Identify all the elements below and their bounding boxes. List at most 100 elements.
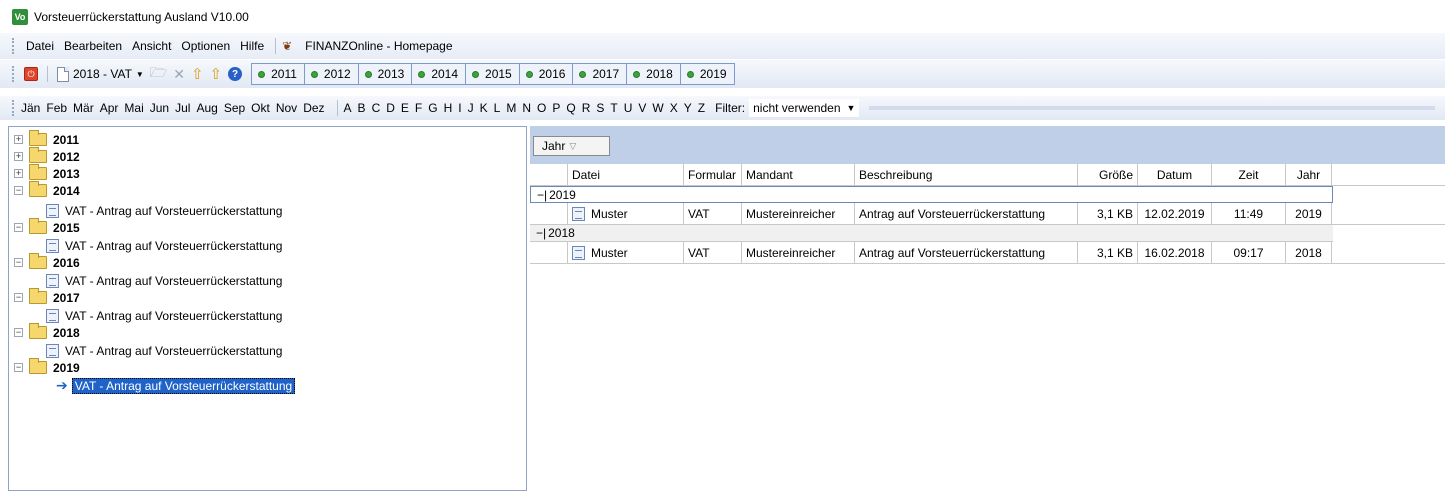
letter-filter-j[interactable]: J (468, 101, 474, 115)
letter-filter-c[interactable]: C (372, 101, 381, 115)
group-by-chip[interactable]: Jahr ▽ (533, 136, 610, 156)
tree-node-2011[interactable]: + 2011 (8, 130, 79, 148)
column-header-datei[interactable]: Datei (568, 164, 684, 186)
menu-bearbeiten[interactable]: Bearbeiten (59, 37, 127, 55)
table-row[interactable]: Muster VAT Mustereinreicher Antrag auf V… (530, 203, 1445, 225)
toolbar-grip[interactable] (12, 38, 15, 54)
collapse-icon[interactable]: − (14, 186, 23, 195)
month-filter-mai[interactable]: Mai (124, 101, 143, 115)
month-filter-apr[interactable]: Apr (100, 101, 119, 115)
month-filter-dez[interactable]: Dez (303, 101, 324, 115)
column-header-mandant[interactable]: Mandant (742, 164, 855, 186)
year-button-2016[interactable]: 2016 (520, 64, 574, 84)
help-button[interactable]: ? (225, 64, 245, 84)
tree-leaf-2018[interactable]: VAT - Antrag auf Vorsteuerrückerstattung (46, 342, 282, 359)
menu-ansicht[interactable]: Ansicht (127, 37, 176, 55)
letter-filter-y[interactable]: Y (684, 101, 692, 115)
filter-dropdown[interactable]: nicht verwenden ▼ (749, 99, 860, 117)
tree-leaf-2017[interactable]: VAT - Antrag auf Vorsteuerrückerstattung (46, 307, 282, 324)
expand-icon[interactable]: + (14, 169, 23, 178)
export-button[interactable]: ⇧ (207, 64, 226, 84)
collapse-icon[interactable]: − (14, 363, 23, 372)
letter-filter-z[interactable]: Z (698, 101, 705, 115)
tree-leaf-2015[interactable]: VAT - Antrag auf Vorsteuerrückerstattung (46, 237, 282, 254)
year-button-2011[interactable]: 2011 (252, 64, 305, 84)
column-header-jahr[interactable]: Jahr (1286, 164, 1332, 186)
tree-leaf-2014[interactable]: VAT - Antrag auf Vorsteuerrückerstattung (46, 202, 282, 219)
tree-node-2018[interactable]: − 2018 (8, 323, 80, 341)
column-header-beschreibung[interactable]: Beschreibung (855, 164, 1078, 186)
import-button[interactable]: ⇧ (188, 64, 207, 84)
tree-node-2019[interactable]: − 2019 (8, 358, 80, 376)
tree-leaf-2019-selected[interactable]: ➔ VAT - Antrag auf Vorsteuerrückerstattu… (56, 377, 296, 394)
letter-filter-v[interactable]: V (638, 101, 646, 115)
column-header-datum[interactable]: Datum (1138, 164, 1212, 186)
letter-filter-r[interactable]: R (582, 101, 591, 115)
group-row-2018[interactable]: −| 2018 (530, 225, 1333, 242)
letter-filter-w[interactable]: W (652, 101, 663, 115)
tree-node-2012[interactable]: + 2012 (8, 147, 80, 165)
letter-filter-e[interactable]: E (401, 101, 409, 115)
exit-button[interactable]: ⏻ (21, 64, 41, 84)
letter-filter-s[interactable]: S (596, 101, 604, 115)
letter-filter-m[interactable]: M (506, 101, 516, 115)
month-filter-sep[interactable]: Sep (224, 101, 245, 115)
letter-filter-x[interactable]: X (670, 101, 678, 115)
year-button-2015[interactable]: 2015 (466, 64, 520, 84)
collapse-icon[interactable]: − (14, 293, 23, 302)
tree-node-2014[interactable]: − 2014 (8, 181, 80, 199)
letter-filter-u[interactable]: U (624, 101, 633, 115)
letter-filter-g[interactable]: G (428, 101, 437, 115)
year-button-2017[interactable]: 2017 (573, 64, 628, 84)
collapse-icon[interactable]: − (14, 258, 23, 267)
toolbar-grip[interactable] (12, 100, 15, 116)
tree-node-2015[interactable]: − 2015 (8, 218, 80, 236)
letter-filter-q[interactable]: Q (566, 101, 575, 115)
collapse-icon[interactable]: −| (536, 226, 546, 240)
letter-filter-n[interactable]: N (522, 101, 531, 115)
column-header-formular[interactable]: Formular (684, 164, 742, 186)
month-filter-jun[interactable]: Jun (150, 101, 169, 115)
month-filter-okt[interactable]: Okt (251, 101, 270, 115)
letter-filter-b[interactable]: B (358, 101, 366, 115)
letter-filter-i[interactable]: I (458, 101, 461, 115)
tree-node-2013[interactable]: + 2013 (8, 164, 80, 182)
menu-hilfe[interactable]: Hilfe (235, 37, 269, 55)
month-filter-nov[interactable]: Nov (276, 101, 297, 115)
letter-filter-t[interactable]: T (610, 101, 617, 115)
month-filter-jan[interactable]: Jän (21, 101, 40, 115)
letter-filter-o[interactable]: O (537, 101, 546, 115)
tree-node-2017[interactable]: − 2017 (8, 288, 80, 306)
year-button-2019[interactable]: 2019 (681, 64, 734, 84)
tree-leaf-2016[interactable]: VAT - Antrag auf Vorsteuerrückerstattung (46, 272, 282, 289)
year-button-2013[interactable]: 2013 (359, 64, 413, 84)
collapse-icon[interactable]: −| (537, 188, 547, 202)
month-filter-feb[interactable]: Feb (46, 101, 67, 115)
letter-filter-k[interactable]: K (480, 101, 488, 115)
month-filter-mar[interactable]: Mär (73, 101, 94, 115)
month-filter-aug[interactable]: Aug (196, 101, 217, 115)
delete-button[interactable]: ✕ (170, 64, 188, 84)
year-button-2014[interactable]: 2014 (412, 64, 467, 84)
letter-filter-h[interactable]: H (444, 101, 453, 115)
letter-filter-d[interactable]: D (386, 101, 395, 115)
letter-filter-l[interactable]: L (494, 101, 501, 115)
group-row-2019[interactable]: −| 2019 (530, 186, 1333, 203)
letter-filter-p[interactable]: P (552, 101, 560, 115)
new-form-button[interactable]: 2018 - VAT ▼ (54, 64, 147, 84)
column-header-groesse[interactable]: Größe (1078, 164, 1138, 186)
expand-icon[interactable]: + (14, 135, 23, 144)
expand-icon[interactable]: + (14, 152, 23, 161)
table-row[interactable]: Muster VAT Mustereinreicher Antrag auf V… (530, 242, 1445, 264)
menu-finanzonline[interactable]: FINANZOnline - Homepage (300, 37, 457, 55)
collapse-icon[interactable]: − (14, 328, 23, 337)
year-button-2018[interactable]: 2018 (627, 64, 681, 84)
toolbar-grip[interactable] (12, 66, 15, 82)
column-header-zeit[interactable]: Zeit (1212, 164, 1286, 186)
year-button-2012[interactable]: 2012 (305, 64, 359, 84)
collapse-icon[interactable]: − (14, 223, 23, 232)
open-folder-button[interactable]: 🗁 (147, 64, 170, 84)
tree-node-2016[interactable]: − 2016 (8, 253, 80, 271)
menu-datei[interactable]: Datei (21, 37, 59, 55)
letter-filter-a[interactable]: A (344, 101, 352, 115)
